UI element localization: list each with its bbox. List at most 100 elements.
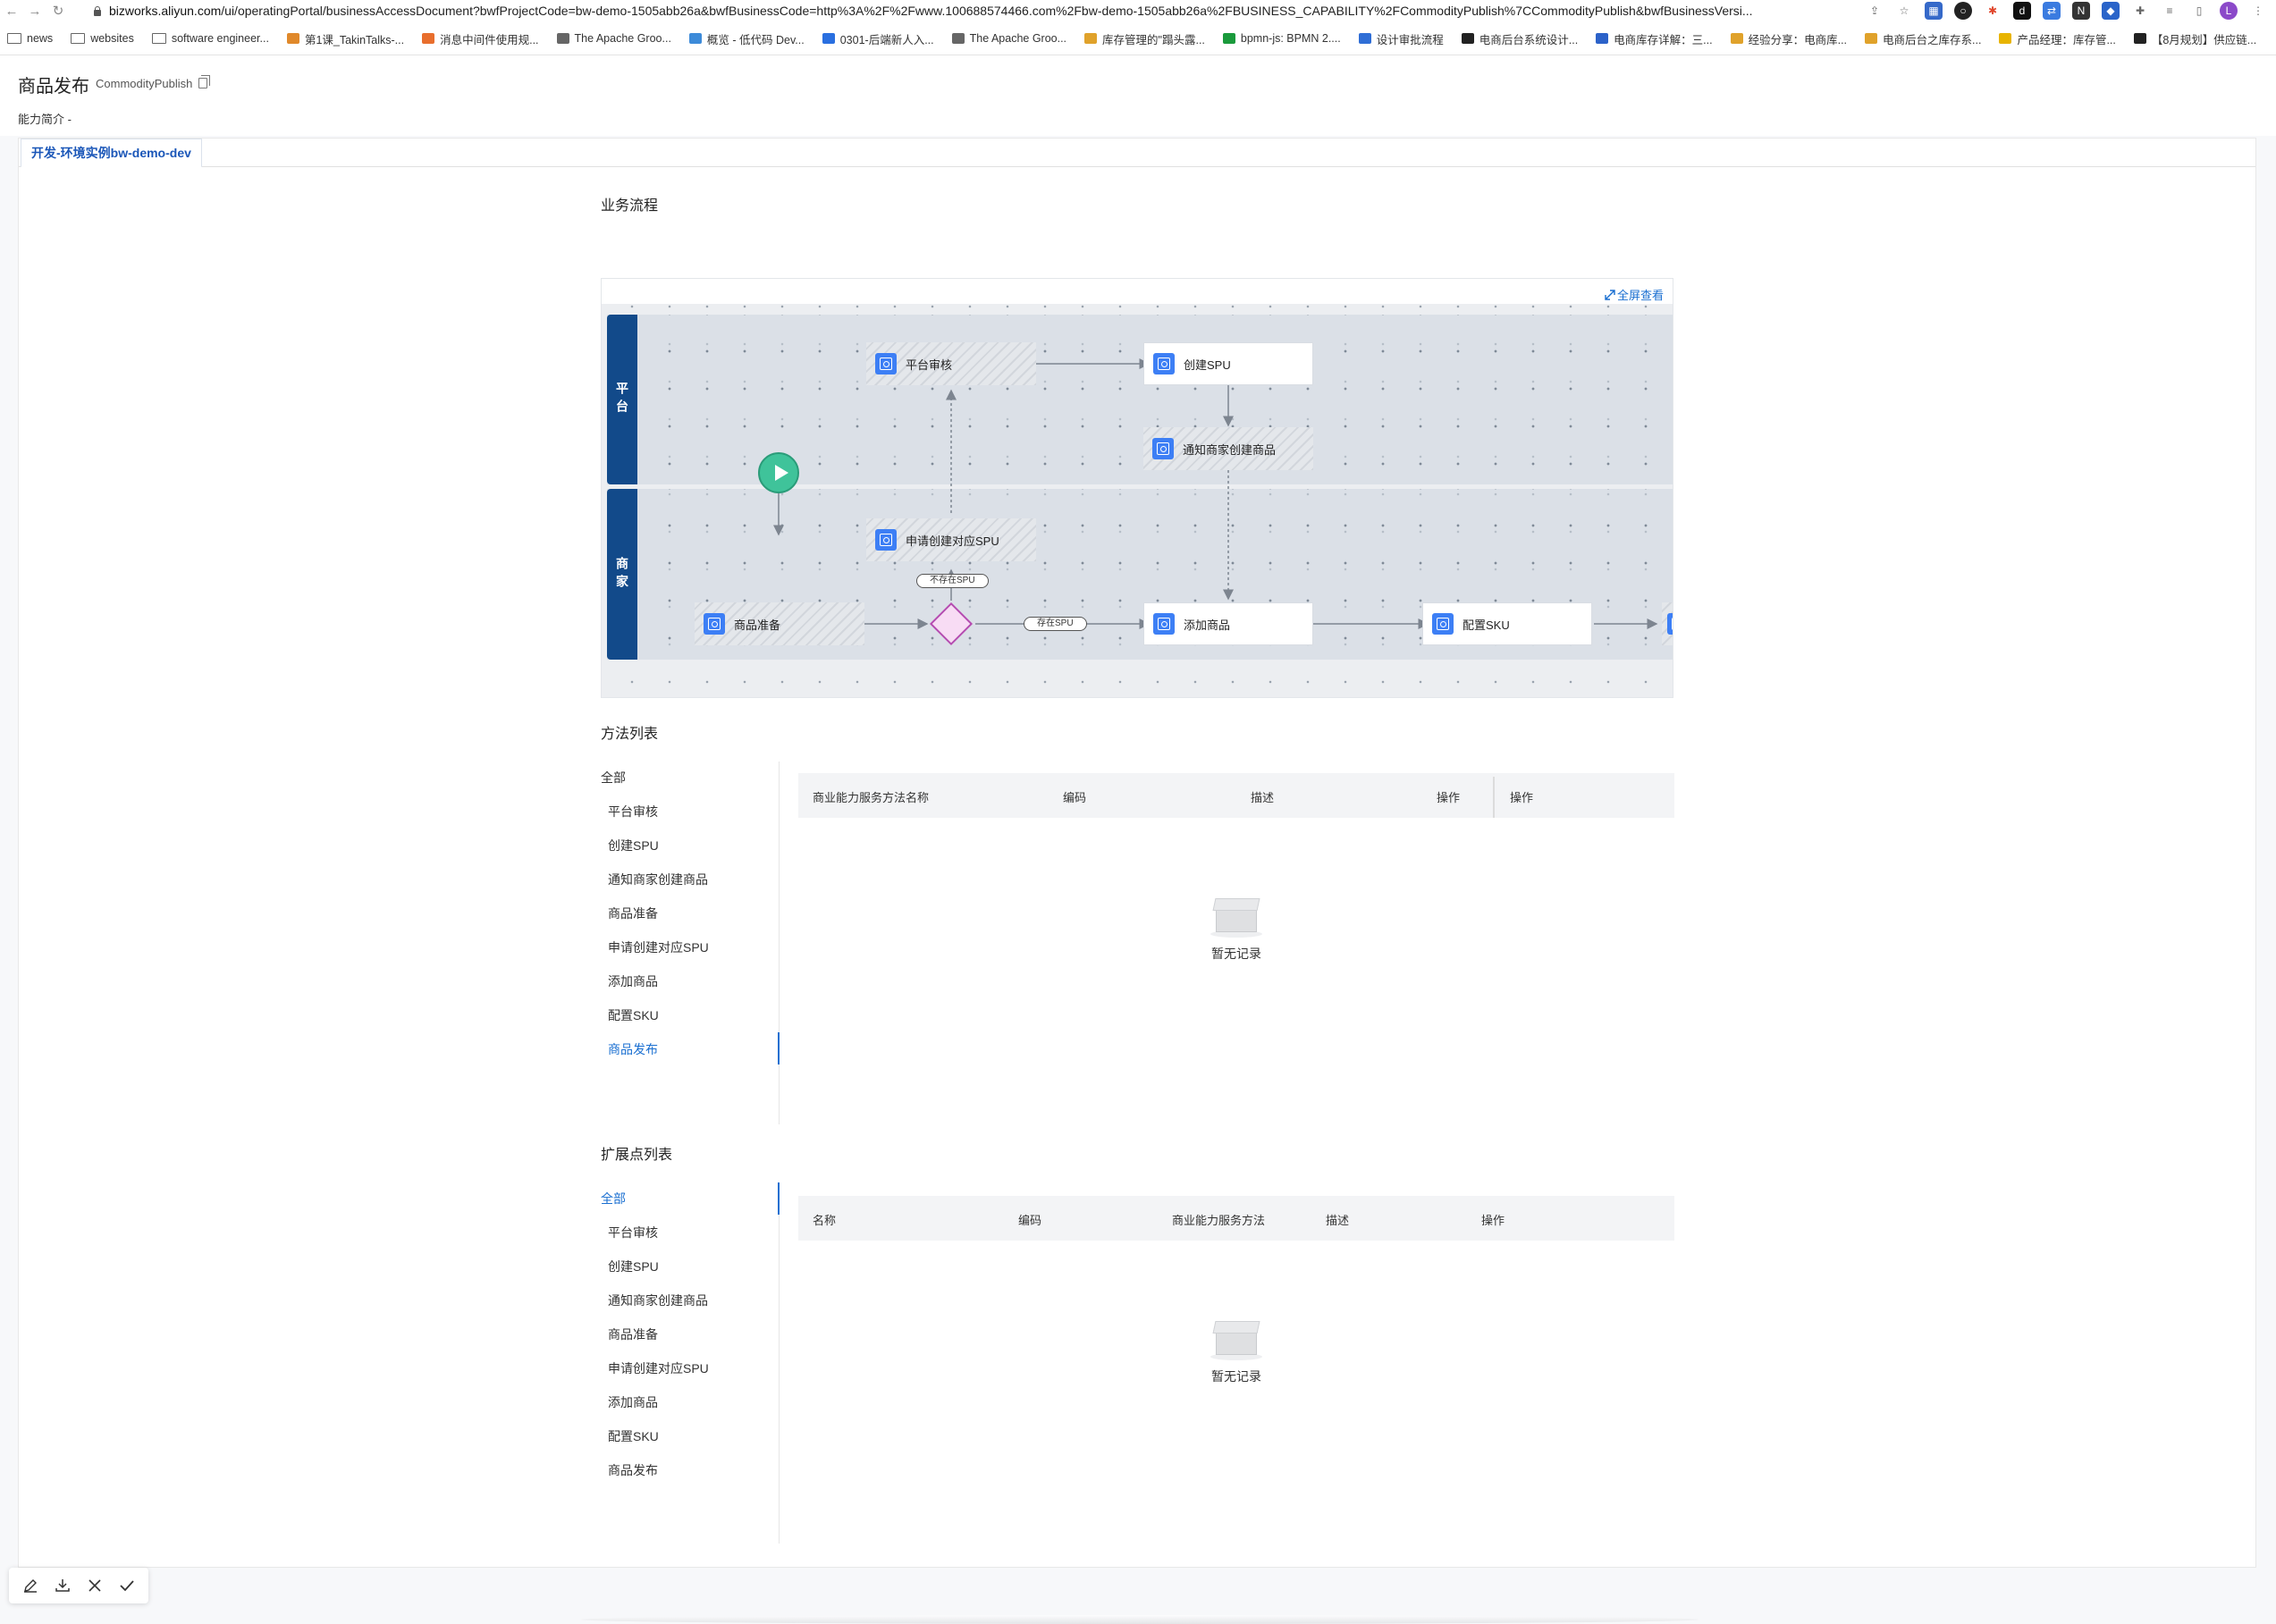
menu-icon[interactable]: ⋮ [2249,2,2267,20]
menu-item[interactable]: 创建SPU [608,837,659,854]
bookmark-item[interactable]: 【8月规划】供应链... [2133,30,2257,47]
column-header: 描述 [1326,1214,1350,1227]
menu-item[interactable]: 商品准备 [608,905,658,922]
extension-icon[interactable]: d [2013,2,2031,20]
menu-item[interactable]: 申请创建对应SPU [608,1359,709,1377]
bookmark-item[interactable]: 产品经理：库存管... [1999,30,2116,47]
profile-avatar[interactable]: L [2220,2,2238,20]
copy-icon[interactable] [198,75,210,88]
task-apply-spu[interactable]: 申请创建对应SPU [866,518,1036,561]
edit-icon[interactable] [20,1575,41,1596]
bookmark-item[interactable]: 库存管理的"蹋头露... [1084,30,1205,47]
lock-icon[interactable] [93,5,102,16]
bookmark-item[interactable]: The Apache Groo... [556,32,671,45]
bookmark-item[interactable]: 第1课_TakinTalks-... [286,30,404,47]
bookmark-item[interactable]: news [7,32,53,45]
extension-icon[interactable]: ○ [1954,2,1972,20]
task-notify-merchant[interactable]: 通知商家创建商品 [1143,427,1313,470]
bookmark-item[interactable]: 电商后台系统设计... [1461,30,1578,47]
menu-item[interactable]: 申请创建对应SPU [608,938,709,956]
menu-item[interactable]: 平台审核 [608,1224,658,1241]
address-bar[interactable]: bizworks.aliyun.com/ui/operatingPortal/b… [109,4,1861,18]
bookmark-item[interactable]: 消息中间件使用规... [422,30,539,47]
close-icon[interactable] [84,1575,105,1596]
site-icon [1596,33,1609,44]
extension-icon[interactable]: ▦ [1925,2,1943,20]
column-resize-handle[interactable] [1493,777,1495,818]
task-platform-review[interactable]: 平台审核 [866,342,1036,385]
bookmark-label: 【8月规划】供应链... [2151,33,2257,46]
check-icon[interactable] [116,1575,138,1596]
site-icon [2133,33,2146,44]
task-next-partial[interactable] [1662,602,1673,645]
download-icon[interactable] [52,1575,73,1596]
bookmark-item[interactable]: 经验分享：电商库... [1730,30,1847,47]
menu-item[interactable]: 配置SKU [608,1427,659,1445]
bookmark-item[interactable]: 电商后台之库存系... [1865,30,1981,47]
task-config-sku[interactable]: 配置SKU [1422,602,1592,645]
site-icon [1865,33,1878,44]
bookmark-item[interactable]: 设计审批流程 [1358,30,1444,47]
bookmark-item[interactable]: 0301-后端新人入... [822,30,934,47]
task-icon [1153,613,1175,635]
bookmark-item[interactable]: websites [71,32,134,45]
capability-intro: 能力简介 - [18,113,72,126]
column-header: 商业能力服务方法 [1172,1214,1266,1227]
extension-icon[interactable]: ◆ [2102,2,2120,20]
reading-list-icon[interactable]: ≡ [2161,2,2179,20]
fullscreen-button[interactable]: 全屏查看 [1605,286,1664,303]
bookmark-item[interactable]: The Apache Groo... [951,32,1066,45]
bookmark-item[interactable]: 概览 - 低代码 Dev... [688,30,805,47]
menu-item[interactable]: 创建SPU [608,1258,659,1275]
menu-item[interactable]: 平台审核 [608,803,658,820]
reload-icon[interactable]: ↻ [46,3,70,19]
bookmark-label: 设计审批流程 [1376,33,1444,46]
bpmn-canvas[interactable]: 平台 商家 平台审核 创建SPU 通知商家创建商品 申请创建对应SPU 商品准备… [602,304,1673,697]
site-icon [951,33,965,44]
task-label: 配置SKU [1463,618,1510,632]
menu-item[interactable]: 通知商家创建商品 [608,1292,708,1309]
task-label: 添加商品 [1184,618,1231,632]
task-create-spu[interactable]: 创建SPU [1143,342,1313,385]
puzzle-icon[interactable]: ✚ [2131,2,2149,20]
menu-item[interactable]: 商品准备 [608,1325,658,1343]
share-icon[interactable]: ⇪ [1866,2,1884,20]
task-add-goods[interactable]: 添加商品 [1143,602,1313,645]
bookmark-label: 消息中间件使用规... [440,33,539,46]
menu-item[interactable]: 商品发布 [608,1040,658,1058]
task-prepare-goods[interactable]: 商品准备 [695,602,864,645]
site-icon [1999,33,2012,44]
task-icon [1153,353,1175,374]
menu-item[interactable]: 全部 [601,1190,626,1207]
menu-item[interactable]: 商品发布 [608,1461,658,1479]
menu-item[interactable]: 配置SKU [608,1006,659,1024]
column-header: 操作 [1510,791,1534,804]
menu-item[interactable]: 全部 [601,769,626,787]
page-header: 商品发布 CommodityPublish 能力简介 - [0,55,2276,136]
menu-item[interactable]: 通知商家创建商品 [608,871,708,888]
bookmark-item[interactable]: 电商库存详解：三... [1596,30,1713,47]
start-event[interactable] [758,452,799,493]
bookmark-label: 0301-后端新人入... [839,33,934,46]
menu-item[interactable]: 添加商品 [608,1393,658,1411]
bookmark-label: 产品经理：库存管... [2017,33,2116,46]
sidebar-icon[interactable]: ▯ [2190,2,2208,20]
bookmark-label: 概览 - 低代码 Dev... [706,33,805,46]
extension-icon[interactable]: ⇄ [2043,2,2061,20]
site-icon [286,33,299,44]
site-icon [688,33,702,44]
back-icon[interactable]: ← [0,4,23,19]
tab-env-instance[interactable]: 开发-环境实例bw-demo-dev [21,139,202,168]
star-icon[interactable]: ☆ [1895,2,1913,20]
column-header: 编码 [1018,1214,1042,1227]
forward-icon[interactable]: → [23,4,46,19]
edge-label-no-spu: 不存在SPU [916,574,989,588]
extensions-menu-rail [779,1182,780,1544]
extension-icon[interactable]: N [2072,2,2090,20]
menu-item[interactable]: 添加商品 [608,972,658,990]
bookmark-item[interactable]: software engineer... [151,32,269,45]
extension-icon[interactable]: ✱ [1984,2,2002,20]
bookmark-item[interactable]: bpmn-js: BPMN 2.... [1222,32,1341,45]
site-icon [1461,33,1474,44]
site-icon [1358,33,1371,44]
